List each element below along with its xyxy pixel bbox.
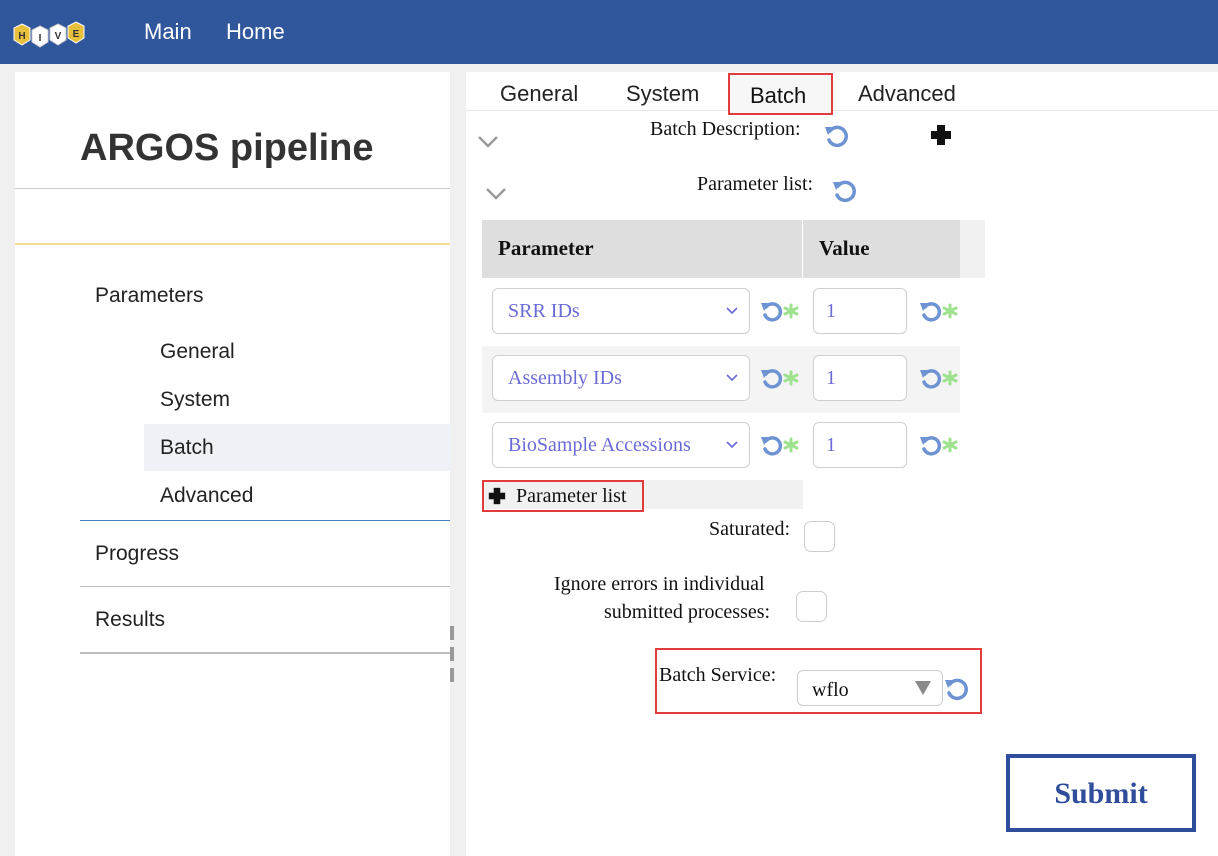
reset-icon[interactable] <box>831 177 859 205</box>
ignore-errors-checkbox[interactable] <box>796 591 827 622</box>
nav-home-link[interactable]: Home <box>226 19 285 45</box>
parameter-select-value: SRR IDs <box>508 300 580 322</box>
batch-service-label: Batch Service: <box>659 664 777 686</box>
parameter-select-value: Assembly IDs <box>508 367 622 389</box>
divider <box>80 520 450 521</box>
divider <box>15 243 450 245</box>
submit-button[interactable]: Submit <box>1006 754 1196 832</box>
logo-letter: I <box>39 33 42 44</box>
sidebar-item-results[interactable]: Results <box>95 608 165 632</box>
tab-batch[interactable]: Batch <box>728 73 833 115</box>
parameter-value-field[interactable]: 1 <box>813 288 907 334</box>
parameter-value-text: 1 <box>826 367 836 389</box>
reset-star-icon[interactable] <box>917 365 961 393</box>
sidebar-item-system[interactable]: System <box>160 388 230 412</box>
tab-advanced[interactable]: Advanced <box>858 81 956 107</box>
dropdown-arrow-icon <box>915 681 931 695</box>
sidebar-item-batch[interactable]: Batch <box>160 436 214 460</box>
sidebar-item-advanced[interactable]: Advanced <box>160 484 253 508</box>
sidebar-item-parameters[interactable]: Parameters <box>95 284 204 308</box>
left-sidebar: ARGOS pipeline Parameters General System… <box>15 72 450 856</box>
parameter-table-header: Parameter Value <box>482 220 985 278</box>
divider <box>80 586 450 587</box>
reset-icon[interactable] <box>943 675 971 703</box>
parameter-select[interactable]: SRR IDs <box>492 288 750 334</box>
submit-button-label: Submit <box>1054 777 1148 810</box>
reset-icon[interactable] <box>823 122 851 150</box>
reset-star-icon[interactable] <box>917 298 961 326</box>
ignore-errors-label-line1: Ignore errors in individual <box>554 573 765 595</box>
chevron-down-icon <box>726 441 738 449</box>
parameter-select[interactable]: Assembly IDs <box>492 355 750 401</box>
tab-system[interactable]: System <box>626 81 699 107</box>
add-parameter-list-label: Parameter list <box>516 485 627 507</box>
chevron-down-icon <box>726 307 738 315</box>
reset-star-icon[interactable] <box>758 298 802 326</box>
logo-letter: E <box>73 29 80 40</box>
divider <box>15 188 450 189</box>
reset-star-icon[interactable] <box>758 365 802 393</box>
table-header-edge <box>960 220 985 278</box>
batch-description-label: Batch Description: <box>650 118 801 140</box>
chevron-down-icon[interactable] <box>476 133 500 151</box>
parameter-select-value: BioSample Accessions <box>508 434 691 456</box>
tab-bar-line <box>466 110 1218 111</box>
parameter-value-text: 1 <box>826 300 836 322</box>
batch-service-value: wflo <box>812 679 849 701</box>
main-panel: General System Batch Advanced Batch Desc… <box>466 72 1218 856</box>
add-icon <box>488 487 506 505</box>
add-parameter-list-button[interactable]: Parameter list <box>482 480 644 512</box>
logo-letter: V <box>55 31 62 42</box>
batch-service-select[interactable]: wflo <box>797 670 943 706</box>
chevron-down-icon <box>726 374 738 382</box>
parameter-value-field[interactable]: 1 <box>813 355 907 401</box>
reset-star-icon[interactable] <box>758 432 802 460</box>
saturated-label: Saturated: <box>709 518 791 540</box>
page-title: ARGOS pipeline <box>80 127 374 169</box>
parameter-value-text: 1 <box>826 434 836 456</box>
nav-main-link[interactable]: Main <box>144 19 192 45</box>
tab-general[interactable]: General <box>500 81 578 107</box>
column-header-parameter: Parameter <box>498 236 594 260</box>
panel-resize-handle[interactable] <box>450 626 454 682</box>
tab-batch-label: Batch <box>750 83 807 108</box>
hive-logo-icon[interactable]: H I V E <box>12 20 92 50</box>
parameter-value-field[interactable]: 1 <box>813 422 907 468</box>
saturated-checkbox[interactable] <box>804 521 835 552</box>
chevron-down-icon[interactable] <box>484 185 508 203</box>
column-separator <box>802 220 803 278</box>
parameter-select[interactable]: BioSample Accessions <box>492 422 750 468</box>
add-icon[interactable] <box>930 124 952 146</box>
parameter-list-label: Parameter list: <box>697 173 814 195</box>
top-navbar: H I V E Main Home <box>0 0 1218 64</box>
sidebar-item-progress[interactable]: Progress <box>95 542 179 566</box>
column-header-value: Value <box>819 236 870 260</box>
ignore-errors-label-line2: submitted processes: <box>604 601 771 623</box>
reset-star-icon[interactable] <box>917 432 961 460</box>
divider <box>80 652 450 654</box>
sidebar-item-general[interactable]: General <box>160 340 235 364</box>
logo-letter: H <box>18 31 25 42</box>
